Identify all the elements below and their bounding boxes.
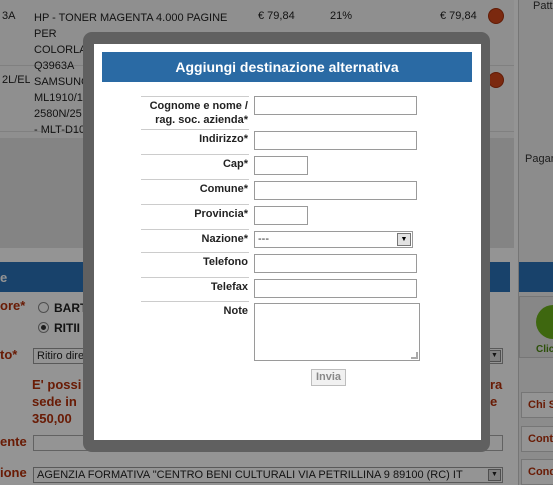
indirizzo-label: Indirizzo* — [141, 129, 249, 146]
cognome-input[interactable] — [254, 96, 417, 115]
chevron-down-icon[interactable]: ▼ — [397, 233, 411, 246]
note-label: Note — [141, 301, 249, 318]
telefax-input[interactable] — [254, 279, 417, 298]
alternate-destination-dialog: Aggiungi destinazione alternativa Cognom… — [94, 44, 481, 440]
note-textarea[interactable] — [254, 303, 420, 361]
telefono-label: Telefono — [141, 252, 249, 269]
nazione-select[interactable]: --- ▼ — [254, 231, 413, 248]
indirizzo-input[interactable] — [254, 131, 417, 150]
cap-label: Cap* — [141, 154, 249, 171]
cognome-label: Cognome e nome / rag. soc. azienda* — [141, 96, 249, 127]
telefax-label: Telefax — [141, 277, 249, 294]
provincia-label: Provincia* — [141, 204, 249, 221]
comune-label: Comune* — [141, 179, 249, 196]
provincia-input[interactable] — [254, 206, 308, 225]
submit-button[interactable]: Invia — [311, 369, 346, 386]
cap-input[interactable] — [254, 156, 308, 175]
resize-grip-icon[interactable] — [411, 352, 418, 359]
telefono-input[interactable] — [254, 254, 417, 273]
dialog-title: Aggiungi destinazione alternativa — [102, 52, 472, 82]
nazione-label: Nazione* — [141, 229, 249, 246]
comune-input[interactable] — [254, 181, 417, 200]
